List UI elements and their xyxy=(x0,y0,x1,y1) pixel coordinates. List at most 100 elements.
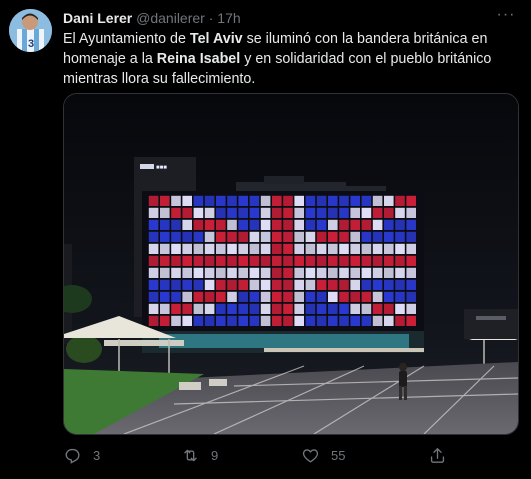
facade-window xyxy=(204,195,215,206)
facade-window xyxy=(272,267,282,278)
facade-window xyxy=(305,243,316,254)
facade-window xyxy=(384,279,394,290)
facade-window xyxy=(216,219,226,230)
facade-window xyxy=(160,291,170,302)
facade-window xyxy=(395,195,405,206)
facade-window xyxy=(384,207,394,218)
facade-window xyxy=(350,279,360,290)
facade-window xyxy=(328,267,338,278)
facade-window xyxy=(395,303,405,314)
facade-window xyxy=(361,219,372,230)
reply-button[interactable]: 3 xyxy=(63,444,100,466)
facade-window xyxy=(305,315,316,326)
facade-window xyxy=(316,279,327,290)
retweet-button[interactable]: 9 xyxy=(181,444,218,466)
facade-window xyxy=(171,315,181,326)
photo-canvas: ■■■ xyxy=(64,94,518,434)
facade-window xyxy=(249,267,260,278)
facade-window xyxy=(238,219,248,230)
facade-window xyxy=(193,315,204,326)
facade-window xyxy=(372,291,383,302)
facade-window xyxy=(361,243,372,254)
facade-window xyxy=(216,207,226,218)
facade-window xyxy=(339,291,349,302)
facade-window xyxy=(160,207,170,218)
facade-window xyxy=(406,195,416,206)
facade-window xyxy=(272,195,282,206)
facade-window xyxy=(384,267,394,278)
facade-window xyxy=(171,279,181,290)
reply-count: 3 xyxy=(93,447,101,463)
facade-window xyxy=(384,291,394,302)
facade-window xyxy=(272,207,282,218)
facade-window xyxy=(238,231,248,242)
facade-window xyxy=(328,315,338,326)
facade-window xyxy=(395,255,405,266)
facade-window xyxy=(328,303,338,314)
facade-window xyxy=(204,243,215,254)
more-icon[interactable]: ··· xyxy=(495,7,517,30)
facade-window xyxy=(283,315,293,326)
avatar[interactable]: 3 xyxy=(9,9,52,52)
facade-window xyxy=(339,279,349,290)
facade-window xyxy=(171,231,181,242)
facade-window xyxy=(216,255,226,266)
facade-window xyxy=(328,231,338,242)
author-handle[interactable]: @danilerer xyxy=(136,10,205,26)
facade-window xyxy=(316,315,327,326)
facade-window xyxy=(294,219,304,230)
facade-window xyxy=(148,315,159,326)
facade-window xyxy=(339,255,349,266)
share-icon xyxy=(430,447,445,463)
author-name[interactable]: Dani Lerer xyxy=(63,10,132,26)
facade-window xyxy=(148,195,159,206)
like-icon xyxy=(302,448,319,463)
facade-window xyxy=(216,279,226,290)
tweet-timestamp[interactable]: 17h xyxy=(217,10,240,26)
facade-window xyxy=(227,303,237,314)
facade-window xyxy=(384,231,394,242)
facade-window xyxy=(361,315,372,326)
facade-window xyxy=(193,255,204,266)
facade-window xyxy=(249,219,260,230)
facade-window xyxy=(193,243,204,254)
facade-window xyxy=(249,303,260,314)
facade-window xyxy=(272,255,282,266)
facade-window xyxy=(249,231,260,242)
tweet[interactable]: 3 Dani Lerer @danilerer · 17h ··· El Ayu… xyxy=(0,0,531,479)
facade-window xyxy=(372,207,383,218)
facade-window xyxy=(160,315,170,326)
facade-window xyxy=(305,219,316,230)
facade-window xyxy=(406,291,416,302)
facade-window xyxy=(182,315,192,326)
share-button[interactable] xyxy=(428,444,447,466)
like-button[interactable]: 55 xyxy=(301,444,345,466)
facade-window xyxy=(160,243,170,254)
facade-window xyxy=(227,219,237,230)
facade-window xyxy=(171,255,181,266)
facade-window xyxy=(350,291,360,302)
facade-window xyxy=(238,243,248,254)
tower-sign: ■■■ xyxy=(156,165,167,171)
facade-window xyxy=(182,303,192,314)
facade-window xyxy=(283,231,293,242)
facade-window xyxy=(272,303,282,314)
facade-window xyxy=(372,255,383,266)
facade-window xyxy=(361,303,372,314)
facade-window xyxy=(328,207,338,218)
tweet-photo[interactable]: ■■■ xyxy=(63,93,519,435)
facade-window xyxy=(406,207,416,218)
facade-window xyxy=(238,291,248,302)
retweet-count: 9 xyxy=(211,447,219,463)
facade-window xyxy=(272,231,282,242)
facade-window xyxy=(328,255,338,266)
facade-window xyxy=(350,231,360,242)
facade-window xyxy=(316,243,327,254)
facade-window xyxy=(283,303,293,314)
facade-window xyxy=(160,279,170,290)
facade-window xyxy=(171,195,181,206)
facade-window xyxy=(193,267,204,278)
facade-window xyxy=(238,207,248,218)
facade-window xyxy=(372,315,383,326)
facade-window xyxy=(372,243,383,254)
